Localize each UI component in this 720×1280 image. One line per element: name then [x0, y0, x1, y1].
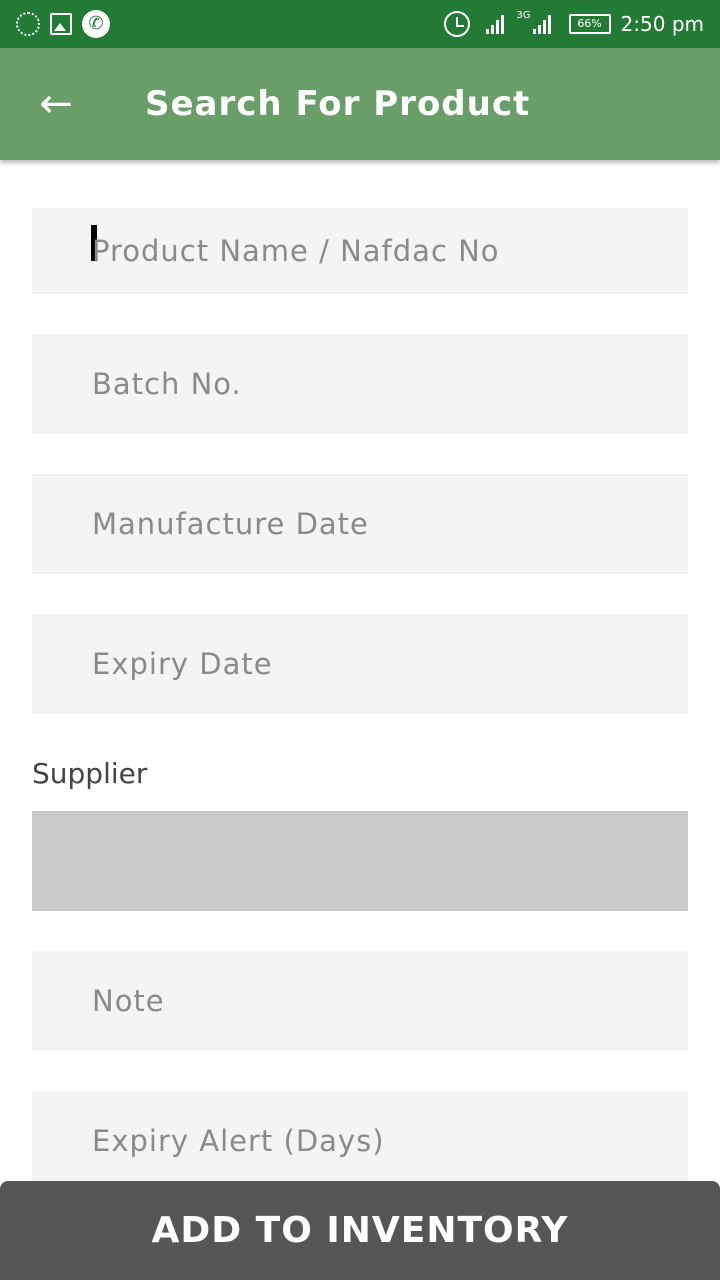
page-title: Search For Product [145, 84, 531, 124]
clock: 2:50 pm [620, 12, 704, 36]
loader-icon [16, 12, 40, 36]
batch-number-input[interactable]: Batch No. [32, 334, 688, 434]
manufacture-date-input[interactable]: Manufacture Date [32, 474, 688, 574]
notification-icons: ✆ [16, 10, 120, 38]
expiry-date-input[interactable]: Expiry Date [32, 614, 688, 714]
app-bar: ← Search For Product [0, 48, 720, 160]
expiry-alert-placeholder: Expiry Alert (Days) [92, 1124, 385, 1158]
system-icons: 3G 66% 2:50 pm [444, 8, 704, 40]
signal-icon [532, 14, 553, 34]
phone-icon: ✆ [82, 10, 110, 38]
battery-icon: 66% [568, 14, 611, 34]
batch-number-placeholder: Batch No. [92, 367, 242, 401]
signal-icon [486, 14, 506, 34]
supplier-label: Supplier [32, 757, 148, 790]
network-type: 3G [516, 10, 531, 21]
product-search-input[interactable]: Product Name / Nafdac No [32, 208, 688, 294]
note-input[interactable]: Note [32, 951, 688, 1051]
manufacture-date-placeholder: Manufacture Date [92, 507, 369, 541]
alarm-icon [444, 11, 471, 37]
note-placeholder: Note [92, 984, 165, 1018]
status-bar: ✆ 3G 66% 2:50 pm [0, 0, 720, 48]
product-search-placeholder: Product Name / Nafdac No [92, 234, 500, 268]
expiry-alert-input[interactable]: Expiry Alert (Days) [32, 1091, 688, 1191]
image-icon [50, 13, 72, 35]
back-arrow-icon[interactable]: ← [26, 74, 86, 134]
expiry-date-placeholder: Expiry Date [92, 647, 273, 681]
supplier-select[interactable] [32, 811, 688, 911]
add-to-inventory-button[interactable]: ADD TO INVENTORY [0, 1181, 720, 1280]
